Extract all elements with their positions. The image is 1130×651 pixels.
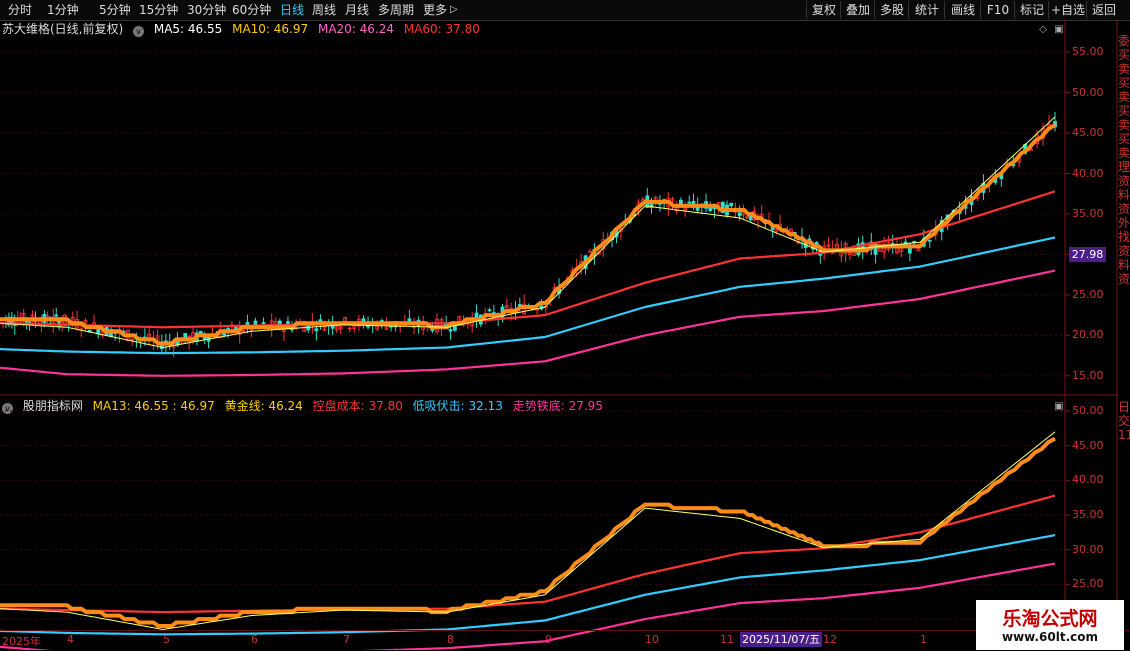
- candle-body: [361, 318, 366, 322]
- x-label: 8: [447, 633, 454, 646]
- date-axis: 2025年 4 5 6 7 8 9 10 11 12 1 2025/11/07/…: [0, 630, 1130, 651]
- candle-body: [407, 318, 412, 322]
- candle-body: [27, 321, 32, 324]
- y-tick-label: 35.00: [1072, 207, 1104, 220]
- y-tick-label: 45.00: [1072, 438, 1104, 452]
- y-tick-label: 25.00: [1072, 287, 1104, 301]
- x-label: 12: [823, 633, 837, 646]
- cursor-date-label: 2025/11/07/五: [740, 632, 823, 647]
- candle-body: [314, 328, 319, 332]
- series-line-ff3399: [0, 269, 1056, 377]
- candle-body: [927, 239, 932, 242]
- y-tick-label: 30.00: [1072, 542, 1104, 556]
- candle-body: [261, 322, 266, 324]
- kline-chart-canvas[interactable]: [0, 0, 1130, 650]
- candle-body: [712, 207, 717, 210]
- candle-body: [448, 329, 453, 332]
- watermark-logo: 乐淘公式网 www.60lt.com: [976, 600, 1124, 650]
- x-label: 9: [545, 633, 552, 646]
- x-label: 2025年: [2, 635, 41, 648]
- candle-body: [678, 199, 683, 205]
- y-tick-label: 20.00: [1072, 328, 1104, 342]
- y-tick-label: 25.00: [1072, 577, 1104, 591]
- x-label: 10: [645, 633, 659, 646]
- side-info-column: 委买卖买卖买卖买卖理资料资外找资料资: [1118, 34, 1130, 286]
- candle-body: [487, 309, 492, 312]
- y-tick-label: 50.00: [1072, 85, 1104, 99]
- watermark-url: www.60lt.com: [1001, 630, 1099, 644]
- candle-body: [286, 321, 290, 325]
- y-tick-label: 40.00: [1072, 166, 1104, 180]
- candle-body: [807, 238, 812, 241]
- candle-body: [890, 243, 895, 245]
- y-tick-label: 15.00: [1072, 368, 1104, 382]
- x-label: 7: [343, 633, 350, 646]
- candle-body: [318, 319, 323, 322]
- y-tick-label: 45.00: [1072, 126, 1104, 140]
- candle-body: [907, 247, 912, 254]
- x-label: 11: [720, 633, 734, 646]
- series-line-MA5: [0, 116, 1056, 348]
- x-label: 5: [163, 633, 170, 646]
- y-tick-label: 55.00: [1072, 45, 1104, 59]
- watermark-title: 乐淘公式网: [1002, 608, 1098, 630]
- y-tick-label: 50.00: [1072, 403, 1104, 417]
- sub-side-info-column: 日交1111111111: [1118, 400, 1130, 442]
- candle-body: [729, 202, 734, 207]
- candle-body: [54, 314, 59, 317]
- series-line-MA13: [0, 431, 1056, 630]
- y-tick-label: 40.00: [1072, 473, 1104, 487]
- x-label: 4: [67, 633, 74, 646]
- y-tick-label: 35.00: [1072, 508, 1104, 521]
- x-label: 6: [251, 633, 258, 646]
- x-label: 1: [920, 633, 927, 646]
- current-price-tag: 27.98: [1069, 247, 1106, 262]
- candle-body: [687, 201, 692, 204]
- candle-body: [737, 212, 742, 217]
